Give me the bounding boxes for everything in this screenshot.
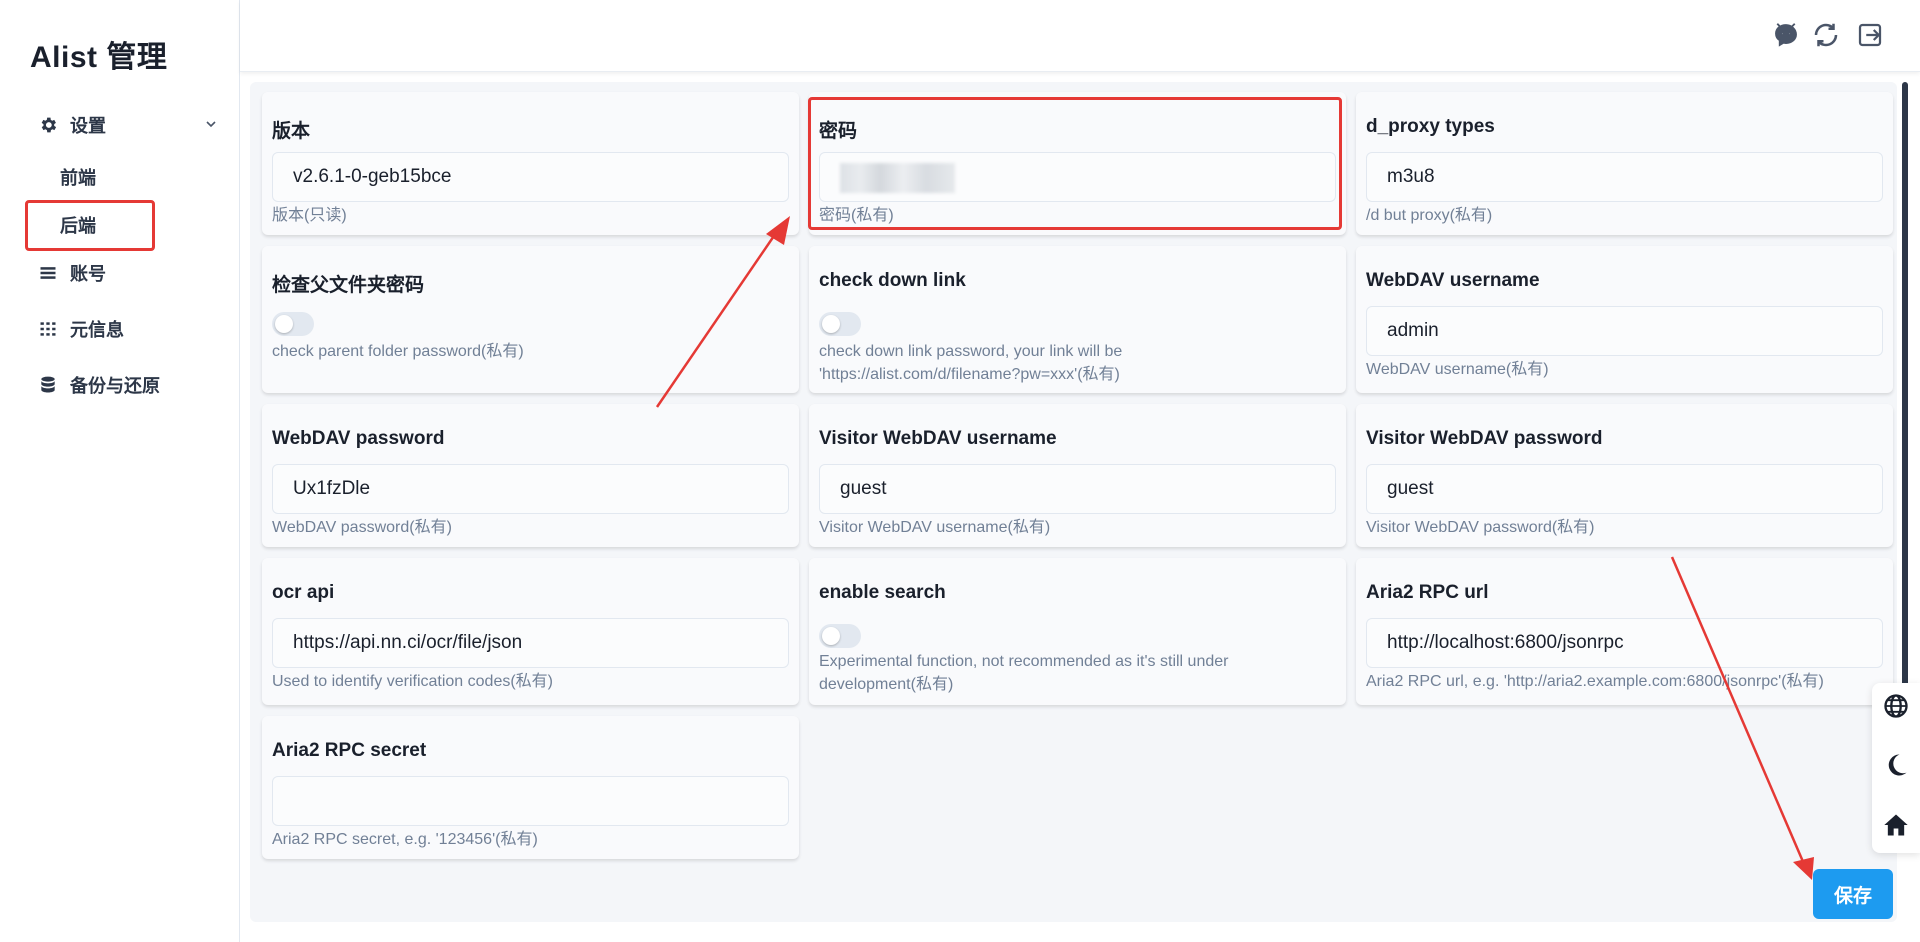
setting-label: Visitor WebDAV username — [819, 428, 1057, 449]
setting-card-visitor-webdav-password: Visitor WebDAV password guest Visitor We… — [1356, 404, 1893, 547]
setting-label: Aria2 RPC secret — [272, 740, 427, 761]
floating-toolbar — [1872, 683, 1920, 853]
check-down-link-toggle[interactable] — [819, 312, 861, 336]
setting-help: Used to identify verification codes(私有) — [272, 673, 554, 690]
setting-help: check down link password, your link will… — [819, 343, 1123, 360]
setting-help: Aria2 RPC secret, e.g. '123456'(私有) — [272, 831, 538, 848]
setting-card-password: 密码 密码(私有) — [809, 92, 1346, 235]
save-button[interactable]: 保存 — [1813, 869, 1893, 919]
setting-card-webdav-username: WebDAV username admin WebDAV username(私有… — [1356, 246, 1893, 393]
visitor-webdav-username-field[interactable]: guest — [819, 464, 1336, 514]
setting-label: d_proxy types — [1366, 116, 1495, 137]
setting-label: Visitor WebDAV password — [1366, 428, 1603, 449]
github-icon[interactable] — [1771, 20, 1801, 50]
setting-help: development(私有) — [819, 676, 954, 693]
sidebar-item-backup-restore-label: 备份与还原 — [70, 376, 160, 396]
database-icon — [41, 376, 55, 393]
sidebar-group-settings[interactable]: 设置 — [38, 110, 218, 140]
setting-label: Aria2 RPC url — [1366, 582, 1489, 603]
brand-title: Alist 管理 — [30, 41, 168, 74]
setting-card-webdav-password: WebDAV password Ux1fzDle WebDAV password… — [262, 404, 799, 547]
setting-help: Experimental function, not recommended a… — [819, 653, 1229, 670]
list-icon — [40, 267, 56, 279]
refresh-icon[interactable] — [1811, 20, 1841, 50]
setting-help: Aria2 RPC url, e.g. 'http://aria2.exampl… — [1366, 673, 1824, 690]
setting-help: /d but proxy(私有) — [1366, 207, 1493, 224]
setting-label: 检查父文件夹密码 — [272, 275, 425, 296]
setting-card-enable-search: enable search Experimental function, not… — [809, 558, 1346, 705]
grid-icon — [40, 322, 56, 336]
setting-label: WebDAV username — [1366, 270, 1540, 291]
aria2-rpc-secret-field[interactable] — [272, 776, 789, 826]
redacted-value — [840, 163, 955, 193]
setting-help: 版本(只读) — [272, 207, 347, 224]
setting-help: 密码(私有) — [819, 207, 894, 224]
setting-label: ocr api — [272, 582, 335, 603]
globe-icon[interactable] — [1882, 692, 1910, 720]
setting-label: enable search — [819, 582, 946, 603]
setting-card-d-proxy-types: d_proxy types m3u8 /d but proxy(私有) — [1356, 92, 1893, 235]
setting-label: WebDAV password — [272, 428, 445, 449]
top-header — [240, 0, 1920, 72]
setting-label: 密码 — [819, 121, 858, 142]
ocr-api-field[interactable]: https://api.nn.ci/ocr/file/json — [272, 618, 789, 668]
setting-help: check parent folder password(私有) — [272, 343, 524, 360]
check-parent-folder-password-toggle[interactable] — [272, 312, 314, 336]
setting-label: check down link — [819, 270, 966, 291]
webdav-username-field[interactable]: admin — [1366, 306, 1883, 356]
setting-card-aria2-rpc-url: Aria2 RPC url http://localhost:6800/json… — [1356, 558, 1893, 705]
setting-card-version: 版本 v2.6.1-0-geb15bce 版本(只读) — [262, 92, 799, 235]
gear-icon — [41, 117, 57, 133]
webdav-password-field[interactable]: Ux1fzDle — [272, 464, 789, 514]
sidebar-item-metadata[interactable]: 元信息 — [38, 314, 124, 344]
chevron-down-icon — [206, 121, 216, 128]
setting-help: 'https://alist.com/d/filename?pw=xxx'(私有… — [819, 366, 1120, 383]
home-icon[interactable] — [1882, 811, 1910, 839]
app-root: Alist 管理 设置 前端 后端 账号 元信息 备份与还原 版本 v2.6.1 — [0, 0, 1920, 942]
d-proxy-types-field[interactable]: m3u8 — [1366, 152, 1883, 202]
sidebar: Alist 管理 设置 前端 后端 账号 元信息 备份与还原 — [0, 0, 240, 942]
sidebar-item-backup-restore[interactable]: 备份与还原 — [38, 370, 160, 400]
aria2-rpc-url-field[interactable]: http://localhost:6800/jsonrpc — [1366, 618, 1883, 668]
setting-card-check-down-link: check down link check down link password… — [809, 246, 1346, 393]
sidebar-item-accounts[interactable]: 账号 — [38, 258, 106, 288]
setting-help: Visitor WebDAV username(私有) — [819, 519, 1051, 536]
version-field[interactable]: v2.6.1-0-geb15bce — [272, 152, 789, 202]
enable-search-toggle[interactable] — [819, 624, 861, 648]
sidebar-group-settings-label: 设置 — [70, 116, 106, 136]
setting-card-visitor-webdav-username: Visitor WebDAV username guest Visitor We… — [809, 404, 1346, 547]
setting-help: WebDAV username(私有) — [1366, 361, 1549, 378]
setting-label: 版本 — [272, 121, 311, 142]
setting-card-check-parent-folder-password: 检查父文件夹密码 check parent folder password(私有… — [262, 246, 799, 393]
setting-card-ocr-api: ocr api https://api.nn.ci/ocr/file/json … — [262, 558, 799, 705]
sidebar-item-metadata-label: 元信息 — [70, 320, 124, 340]
sidebar-item-backend[interactable]: 后端 — [60, 212, 96, 238]
moon-icon[interactable] — [1882, 751, 1910, 779]
setting-card-aria2-rpc-secret: Aria2 RPC secret Aria2 RPC secret, e.g. … — [262, 716, 799, 859]
setting-help: WebDAV password(私有) — [272, 519, 452, 536]
logout-icon[interactable] — [1855, 20, 1885, 50]
sidebar-item-frontend[interactable]: 前端 — [60, 164, 96, 190]
password-field[interactable] — [819, 152, 1336, 202]
sidebar-item-accounts-label: 账号 — [70, 264, 106, 284]
visitor-webdav-password-field[interactable]: guest — [1366, 464, 1883, 514]
setting-help: Visitor WebDAV password(私有) — [1366, 519, 1595, 536]
